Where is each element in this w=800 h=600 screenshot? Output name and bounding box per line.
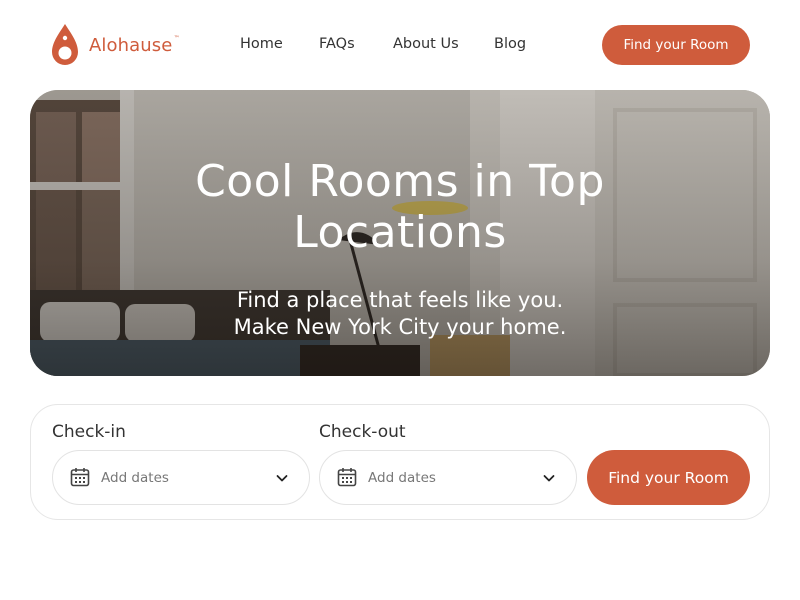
checkout-date-field[interactable] bbox=[319, 450, 577, 505]
checkin-label: Check-in bbox=[52, 422, 126, 442]
trademark-symbol: ™ bbox=[173, 34, 180, 42]
brand-name: Alohause™ bbox=[89, 34, 180, 56]
brand-logo[interactable]: Alohause™ bbox=[50, 22, 180, 68]
calendar-icon bbox=[337, 468, 357, 487]
checkin-date-field[interactable] bbox=[52, 450, 310, 505]
checkin-input[interactable] bbox=[101, 451, 261, 504]
hero-title: Cool Rooms in Top Locations bbox=[195, 156, 605, 258]
calendar-icon bbox=[70, 468, 90, 487]
site-header: Alohause™ Home FAQs About Us Blog Find y… bbox=[0, 0, 800, 90]
chevron-down-icon[interactable] bbox=[275, 471, 289, 485]
nav-home-link[interactable]: Home bbox=[240, 36, 283, 52]
checkout-label: Check-out bbox=[319, 422, 406, 442]
nav-about-link[interactable]: About Us bbox=[393, 36, 459, 52]
nav-blog-link[interactable]: Blog bbox=[494, 36, 526, 52]
checkout-input[interactable] bbox=[368, 451, 528, 504]
chevron-down-icon[interactable] bbox=[542, 471, 556, 485]
hero-subtitle: Find a place that feels like you. Make N… bbox=[233, 288, 567, 339]
find-room-submit-button[interactable]: Find your Room bbox=[587, 450, 750, 505]
hero-banner: Cool Rooms in Top Locations Find a place… bbox=[30, 90, 770, 376]
nav-faqs-link[interactable]: FAQs bbox=[319, 36, 355, 52]
header-find-room-button[interactable]: Find your Room bbox=[602, 25, 750, 65]
booking-form: Check-in Check-out Find your Room bbox=[30, 404, 770, 520]
logo-mark-icon bbox=[52, 24, 78, 65]
